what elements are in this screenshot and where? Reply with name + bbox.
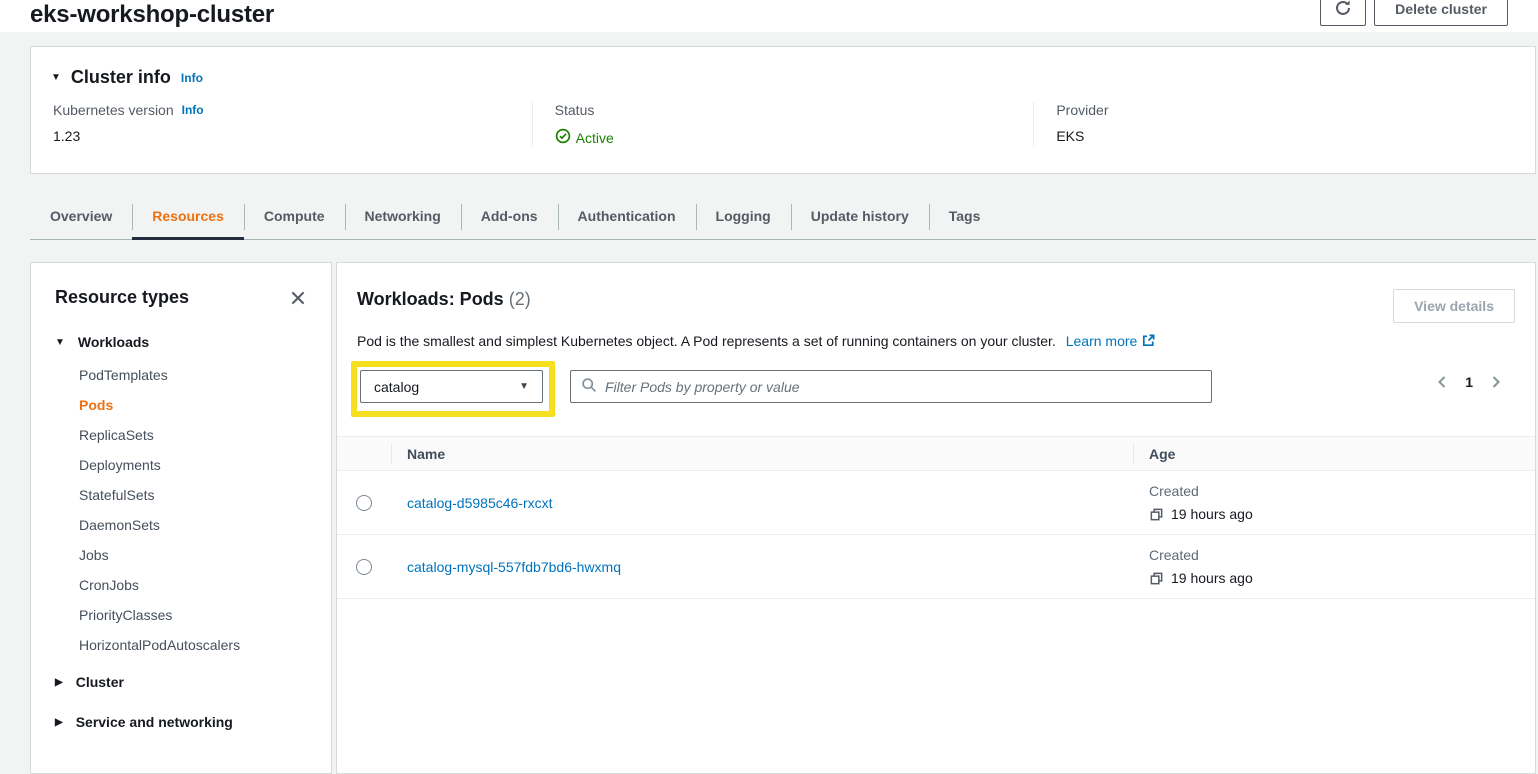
cluster-tabs: Overview Resources Compute Networking Ad… <box>30 194 1536 240</box>
filter-row: catalog ▼ 1 <box>337 351 1535 417</box>
sidebar-header: Resource types <box>55 287 307 308</box>
sidebar-group-cluster[interactable]: ▶ Cluster <box>55 664 307 700</box>
cluster-info-header[interactable]: ▼ Cluster info Info <box>31 47 1535 100</box>
age-cell: Created 19 hours ago <box>1133 483 1535 522</box>
copy-icon[interactable] <box>1149 507 1164 522</box>
tab-networking[interactable]: Networking <box>345 194 461 239</box>
name-column-header: Name <box>391 446 1133 462</box>
pods-panel-title: Workloads: Pods (2) <box>357 289 531 310</box>
tab-tags[interactable]: Tags <box>929 194 1001 239</box>
view-details-button[interactable]: View details <box>1393 289 1515 323</box>
refresh-icon <box>1334 0 1352 20</box>
resource-types-sidebar: Resource types ▼ Workloads PodTemplates … <box>30 262 332 774</box>
sidebar-item-horizontalpodautoscalers[interactable]: HorizontalPodAutoscalers <box>79 630 307 660</box>
tab-compute[interactable]: Compute <box>244 194 345 239</box>
kubernetes-version-info-link[interactable]: Info <box>182 103 204 117</box>
tab-update-history[interactable]: Update history <box>791 194 929 239</box>
pods-table: Name Age catalog-d5985c46-rxcxt Created … <box>337 436 1535 599</box>
created-label: Created <box>1149 547 1535 563</box>
external-link-icon <box>1141 335 1156 351</box>
table-header: Name Age <box>337 436 1535 471</box>
sidebar-item-cronjobs[interactable]: CronJobs <box>79 570 307 600</box>
cluster-info-info-link[interactable]: Info <box>181 71 203 85</box>
age-cell: Created 19 hours ago <box>1133 547 1535 586</box>
age-value: 19 hours ago <box>1171 570 1253 586</box>
tab-authentication[interactable]: Authentication <box>558 194 696 239</box>
sidebar-item-statefulsets[interactable]: StatefulSets <box>79 480 307 510</box>
kubernetes-version-label: Kubernetes version Info <box>53 102 532 118</box>
status-field: Status Active <box>532 102 1034 147</box>
workloads-items: PodTemplates Pods ReplicaSets Deployment… <box>55 360 307 660</box>
caret-down-icon: ▼ <box>55 337 65 348</box>
check-circle-icon <box>555 128 571 147</box>
sidebar-item-pods[interactable]: Pods <box>79 390 307 420</box>
pod-name-link[interactable]: catalog-mysql-557fdb7bd6-hwxmq <box>407 559 621 575</box>
sidebar-item-replicasets[interactable]: ReplicaSets <box>79 420 307 450</box>
table-row: catalog-mysql-557fdb7bd6-hwxmq Created 1… <box>337 535 1535 599</box>
sidebar-item-jobs[interactable]: Jobs <box>79 540 307 570</box>
cluster-info-columns: Kubernetes version Info 1.23 Status Acti… <box>31 100 1535 173</box>
refresh-button[interactable] <box>1320 0 1366 26</box>
header-actions: Delete cluster <box>1320 0 1508 26</box>
page-title: eks-workshop-cluster <box>30 0 274 30</box>
chevron-left-icon[interactable] <box>1435 374 1449 390</box>
tab-logging[interactable]: Logging <box>696 194 791 239</box>
copy-icon[interactable] <box>1149 571 1164 586</box>
caret-right-icon: ▶ <box>55 717 63 728</box>
search-box[interactable] <box>570 370 1212 403</box>
created-label: Created <box>1149 483 1535 499</box>
filter-dropdown-value: catalog <box>374 379 419 395</box>
pod-name-link[interactable]: catalog-d5985c46-rxcxt <box>407 495 553 511</box>
cluster-info-card: ▼ Cluster info Info Kubernetes version I… <box>30 46 1536 174</box>
sidebar-group-service-networking[interactable]: ▶ Service and networking <box>55 704 307 740</box>
cluster-group-label: Cluster <box>76 674 124 690</box>
pods-count: (2) <box>509 289 531 309</box>
caret-right-icon: ▶ <box>55 677 63 688</box>
cluster-info-title: Cluster info <box>71 67 171 88</box>
sidebar-item-podtemplates[interactable]: PodTemplates <box>79 360 307 390</box>
pods-panel-header: Workloads: Pods (2) View details <box>337 275 1535 323</box>
sidebar-item-daemonsets[interactable]: DaemonSets <box>79 510 307 540</box>
sidebar-item-priorityclasses[interactable]: PriorityClasses <box>79 600 307 630</box>
search-icon <box>581 377 597 396</box>
learn-more-link[interactable]: Learn more <box>1066 333 1138 349</box>
collapse-caret-icon[interactable]: ▼ <box>51 72 61 83</box>
search-input[interactable] <box>605 379 1201 395</box>
service-networking-group-label: Service and networking <box>76 714 233 730</box>
provider-label: Provider <box>1056 102 1535 118</box>
pods-panel: Workloads: Pods (2) View details Pod is … <box>336 262 1536 774</box>
row-radio-button[interactable] <box>356 495 372 511</box>
close-icon[interactable] <box>289 289 307 307</box>
workloads-group-label: Workloads <box>78 334 149 350</box>
provider-value: EKS <box>1056 128 1535 144</box>
status-text: Active <box>576 130 614 146</box>
sidebar-group-workloads[interactable]: ▼ Workloads <box>55 324 307 360</box>
status-label: Status <box>555 102 1034 118</box>
tab-overview[interactable]: Overview <box>30 194 132 239</box>
tab-resources[interactable]: Resources <box>132 194 244 239</box>
resources-content: Resource types ▼ Workloads PodTemplates … <box>30 262 1536 774</box>
sidebar-item-deployments[interactable]: Deployments <box>79 450 307 480</box>
row-radio-button[interactable] <box>356 559 372 575</box>
delete-cluster-button[interactable]: Delete cluster <box>1374 0 1508 26</box>
eks-cluster-page: eks-workshop-cluster Delete cluster ▼ Cl… <box>0 0 1538 774</box>
age-column-header: Age <box>1133 446 1535 462</box>
pods-description: Pod is the smallest and simplest Kuberne… <box>337 323 1535 351</box>
page-header: eks-workshop-cluster Delete cluster <box>0 0 1538 32</box>
sidebar-title: Resource types <box>55 287 189 308</box>
status-badge: Active <box>555 128 1034 147</box>
page-number[interactable]: 1 <box>1465 374 1473 390</box>
filter-dropdown[interactable]: catalog ▼ <box>360 370 543 403</box>
kubernetes-version-field: Kubernetes version Info 1.23 <box>31 102 532 147</box>
kubernetes-version-value: 1.23 <box>53 128 532 144</box>
chevron-right-icon[interactable] <box>1489 374 1503 390</box>
provider-field: Provider EKS <box>1033 102 1535 147</box>
age-value: 19 hours ago <box>1171 506 1253 522</box>
pagination: 1 <box>1435 374 1515 390</box>
table-row: catalog-d5985c46-rxcxt Created 19 hours … <box>337 471 1535 535</box>
tab-add-ons[interactable]: Add-ons <box>461 194 558 239</box>
annotation-highlight-box: catalog ▼ <box>351 361 555 417</box>
chevron-down-icon: ▼ <box>519 381 529 392</box>
